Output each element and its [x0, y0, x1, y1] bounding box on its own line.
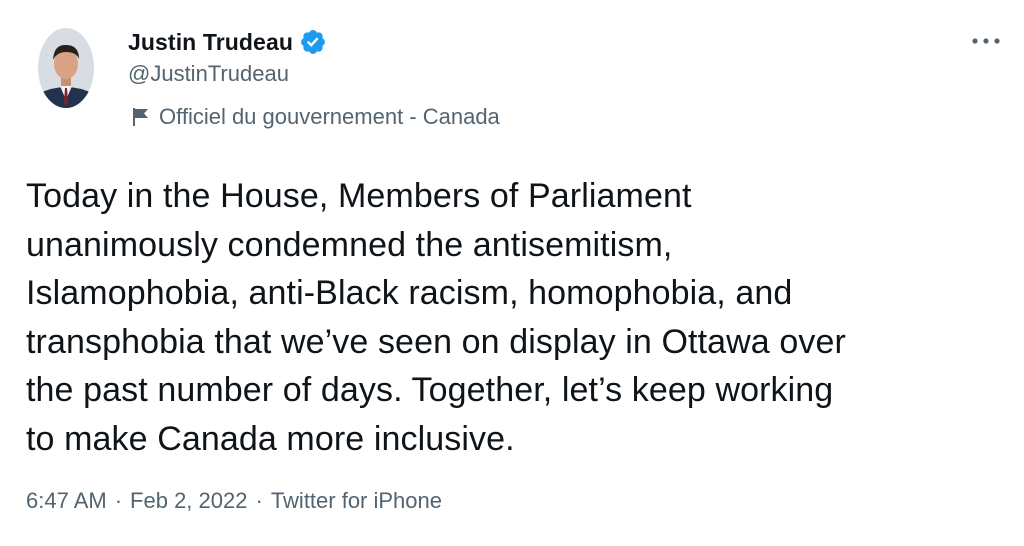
flag-icon [133, 108, 148, 126]
separator: · [114, 488, 123, 513]
tweet-text: Today in the House, Members of Parliamen… [26, 177, 846, 458]
author-display-name[interactable]: Justin Trudeau [128, 29, 293, 56]
separator: · [255, 488, 263, 513]
tweet-metadata: 6:47 AM · Feb 2, 2022 · Twitter for iPho… [26, 488, 442, 514]
author-handle[interactable]: @JustinTrudeau [128, 61, 289, 87]
government-label: Officiel du gouvernement - Canada [131, 104, 500, 130]
more-options-icon[interactable] [970, 34, 1002, 48]
tweet-date[interactable]: Feb 2, 2022 [130, 488, 247, 514]
author-name-row: Justin Trudeau [128, 26, 327, 58]
verified-badge-icon [301, 30, 325, 54]
government-label-text: Officiel du gouvernement - Canada [159, 104, 500, 129]
tweet-time[interactable]: 6:47 AM [26, 488, 107, 514]
tweet-card: Justin Trudeau @JustinTrudeau Officiel d… [0, 0, 1024, 546]
tweet-source[interactable]: Twitter for iPhone [271, 488, 442, 514]
avatar[interactable] [38, 28, 94, 108]
